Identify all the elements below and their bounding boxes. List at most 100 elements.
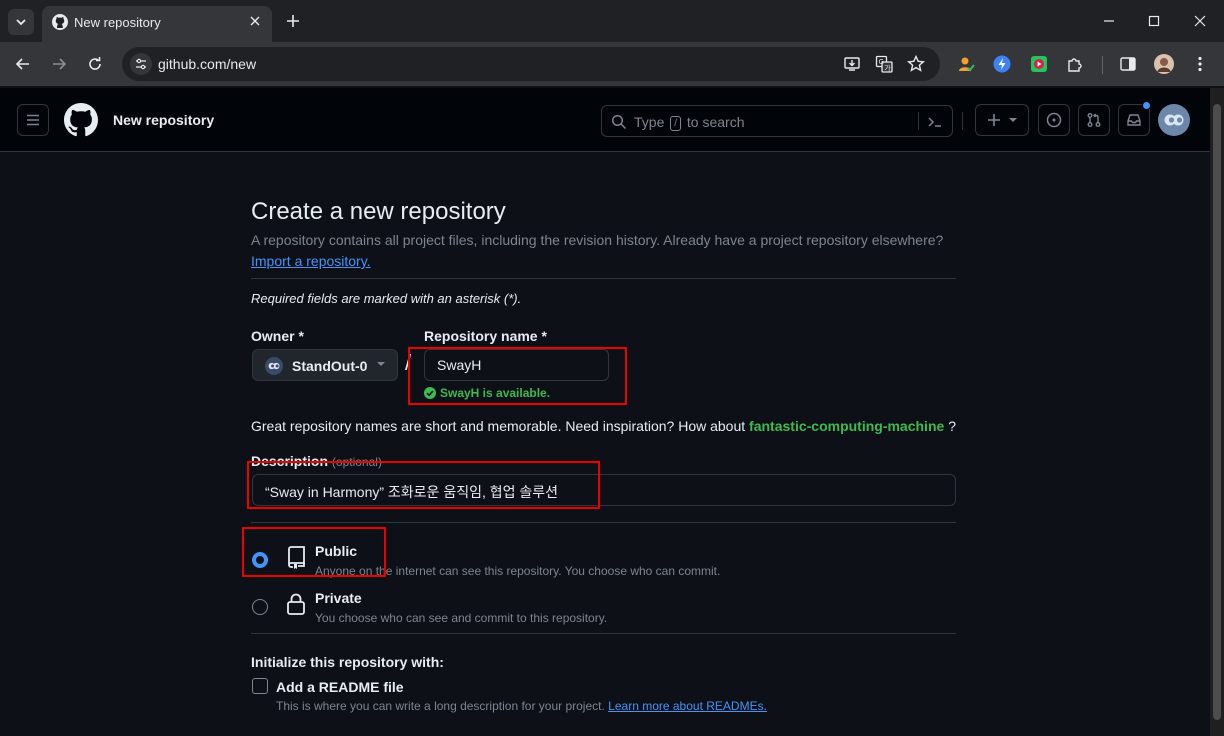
- new-tab-button[interactable]: [282, 10, 304, 32]
- divider: [251, 278, 956, 279]
- private-option-title[interactable]: Private: [315, 590, 362, 606]
- maximize-button[interactable]: [1139, 8, 1169, 34]
- annotation-box-description: [247, 461, 600, 509]
- search-divider: [918, 112, 919, 130]
- tab-title: New repository: [74, 15, 161, 30]
- side-panel-icon: [1120, 57, 1136, 71]
- user-avatar[interactable]: [1158, 104, 1190, 136]
- initialize-heading: Initialize this repository with:: [251, 654, 444, 670]
- command-palette-icon[interactable]: [927, 114, 943, 130]
- profile-button[interactable]: [1153, 53, 1175, 75]
- more-vertical-icon: [1198, 56, 1202, 72]
- star-icon: [907, 55, 925, 72]
- suggested-name-link[interactable]: fantastic-computing-machine: [749, 418, 944, 434]
- search-shortcut-key: /: [670, 116, 682, 131]
- inbox-icon: [1127, 114, 1141, 126]
- install-icon: [844, 57, 860, 71]
- owner-label: Owner *: [251, 328, 304, 344]
- extension-bolt-button[interactable]: [991, 53, 1013, 75]
- hint-text: Great repository names are short and mem…: [251, 418, 746, 434]
- required-fields-note: Required fields are marked with an aster…: [251, 291, 522, 306]
- annotation-box-public: [242, 527, 386, 577]
- readme-description-text: This is where you can write a long descr…: [276, 699, 605, 713]
- private-option-description: You choose who can see and commit to thi…: [315, 611, 608, 625]
- profile-avatar-icon: [1154, 54, 1174, 74]
- page-title: Create a new repository: [251, 198, 506, 225]
- pull-requests-button[interactable]: [1078, 104, 1110, 136]
- repository-name-label: Repository name *: [424, 328, 547, 344]
- bookmark-button[interactable]: [906, 54, 926, 74]
- maximize-icon: [1148, 15, 1160, 27]
- plus-icon: [988, 114, 1000, 126]
- extension-person-button[interactable]: [955, 53, 977, 75]
- svg-text:G: G: [879, 58, 884, 66]
- lock-icon: [287, 593, 305, 615]
- site-info-button[interactable]: [130, 53, 152, 75]
- scrollbar-thumb[interactable]: [1213, 104, 1221, 720]
- caret-down-icon: [377, 362, 385, 366]
- owner-name: StandOut-0: [292, 358, 368, 374]
- install-app-button[interactable]: [842, 54, 862, 74]
- minimize-button[interactable]: [1094, 8, 1124, 34]
- close-icon: [250, 16, 260, 26]
- github-icon: [52, 14, 68, 30]
- search-icon: [611, 114, 627, 130]
- video-icon: [1031, 56, 1047, 72]
- header-context-title[interactable]: New repository: [113, 112, 214, 128]
- divider: [251, 522, 956, 523]
- back-button[interactable]: [11, 52, 35, 76]
- divider: [251, 633, 956, 634]
- readme-checkbox[interactable]: [252, 678, 268, 694]
- svg-text:가: 가: [884, 64, 891, 73]
- header-divider: [962, 112, 963, 130]
- tab-strip: New repository: [0, 0, 1224, 42]
- side-panel-button[interactable]: [1117, 53, 1139, 75]
- forward-button[interactable]: [47, 52, 71, 76]
- avatar-logo-icon: [268, 362, 280, 370]
- issues-button[interactable]: [1038, 104, 1070, 136]
- chevron-down-icon: [16, 19, 26, 26]
- close-window-button[interactable]: [1185, 8, 1215, 34]
- arrow-right-icon: [53, 58, 67, 70]
- learn-more-readmes-link[interactable]: Learn more about READMEs.: [608, 699, 767, 713]
- caret-down-icon: [1009, 118, 1017, 122]
- arrow-left-icon: [15, 58, 29, 70]
- github-header: New repository Type / to search: [0, 88, 1210, 152]
- hamburger-icon: [27, 114, 39, 126]
- create-new-button[interactable]: [975, 104, 1029, 136]
- name-suggestion-hint: Great repository names are short and mem…: [251, 418, 956, 434]
- tab-close-button[interactable]: [246, 12, 264, 30]
- extensions-button[interactable]: [1064, 53, 1086, 75]
- reload-button[interactable]: [83, 52, 107, 76]
- person-check-icon: [959, 57, 975, 72]
- global-nav-button[interactable]: [17, 104, 49, 136]
- github-logo-icon[interactable]: [64, 103, 98, 137]
- address-bar[interactable]: github.com/new 가G: [122, 47, 940, 81]
- browser-menu-button[interactable]: [1189, 53, 1211, 75]
- private-radio[interactable]: [252, 599, 268, 615]
- bolt-icon: [993, 55, 1011, 73]
- page-scrollbar[interactable]: [1210, 88, 1224, 736]
- tune-icon: [136, 58, 146, 70]
- close-icon: [1194, 15, 1206, 27]
- hint-end: ?: [948, 418, 956, 434]
- annotation-box-repository-name: [408, 347, 627, 405]
- url-text[interactable]: github.com/new: [158, 56, 256, 72]
- translate-button[interactable]: 가G: [874, 54, 894, 74]
- issue-opened-icon: [1046, 112, 1062, 128]
- owner-select[interactable]: StandOut-0: [252, 349, 398, 381]
- browser-tab[interactable]: New repository: [42, 6, 272, 42]
- readme-label[interactable]: Add a README file: [276, 679, 404, 695]
- import-repository-link[interactable]: Import a repository.: [251, 253, 371, 269]
- puzzle-icon: [1068, 58, 1082, 72]
- tab-search-button[interactable]: [8, 9, 34, 35]
- browser-window: New repository github.com/new 가 G New re…: [0, 0, 1224, 736]
- extension-video-button[interactable]: [1028, 53, 1050, 75]
- minimize-icon: [1104, 20, 1114, 22]
- plus-icon: [287, 15, 299, 27]
- page-subtitle: A repository contains all project files,…: [251, 232, 944, 248]
- translate-icon: 가G: [875, 55, 893, 73]
- owner-avatar: [265, 357, 283, 375]
- search-input[interactable]: Type / to search: [601, 105, 953, 137]
- avatar-logo-icon: [1164, 114, 1184, 126]
